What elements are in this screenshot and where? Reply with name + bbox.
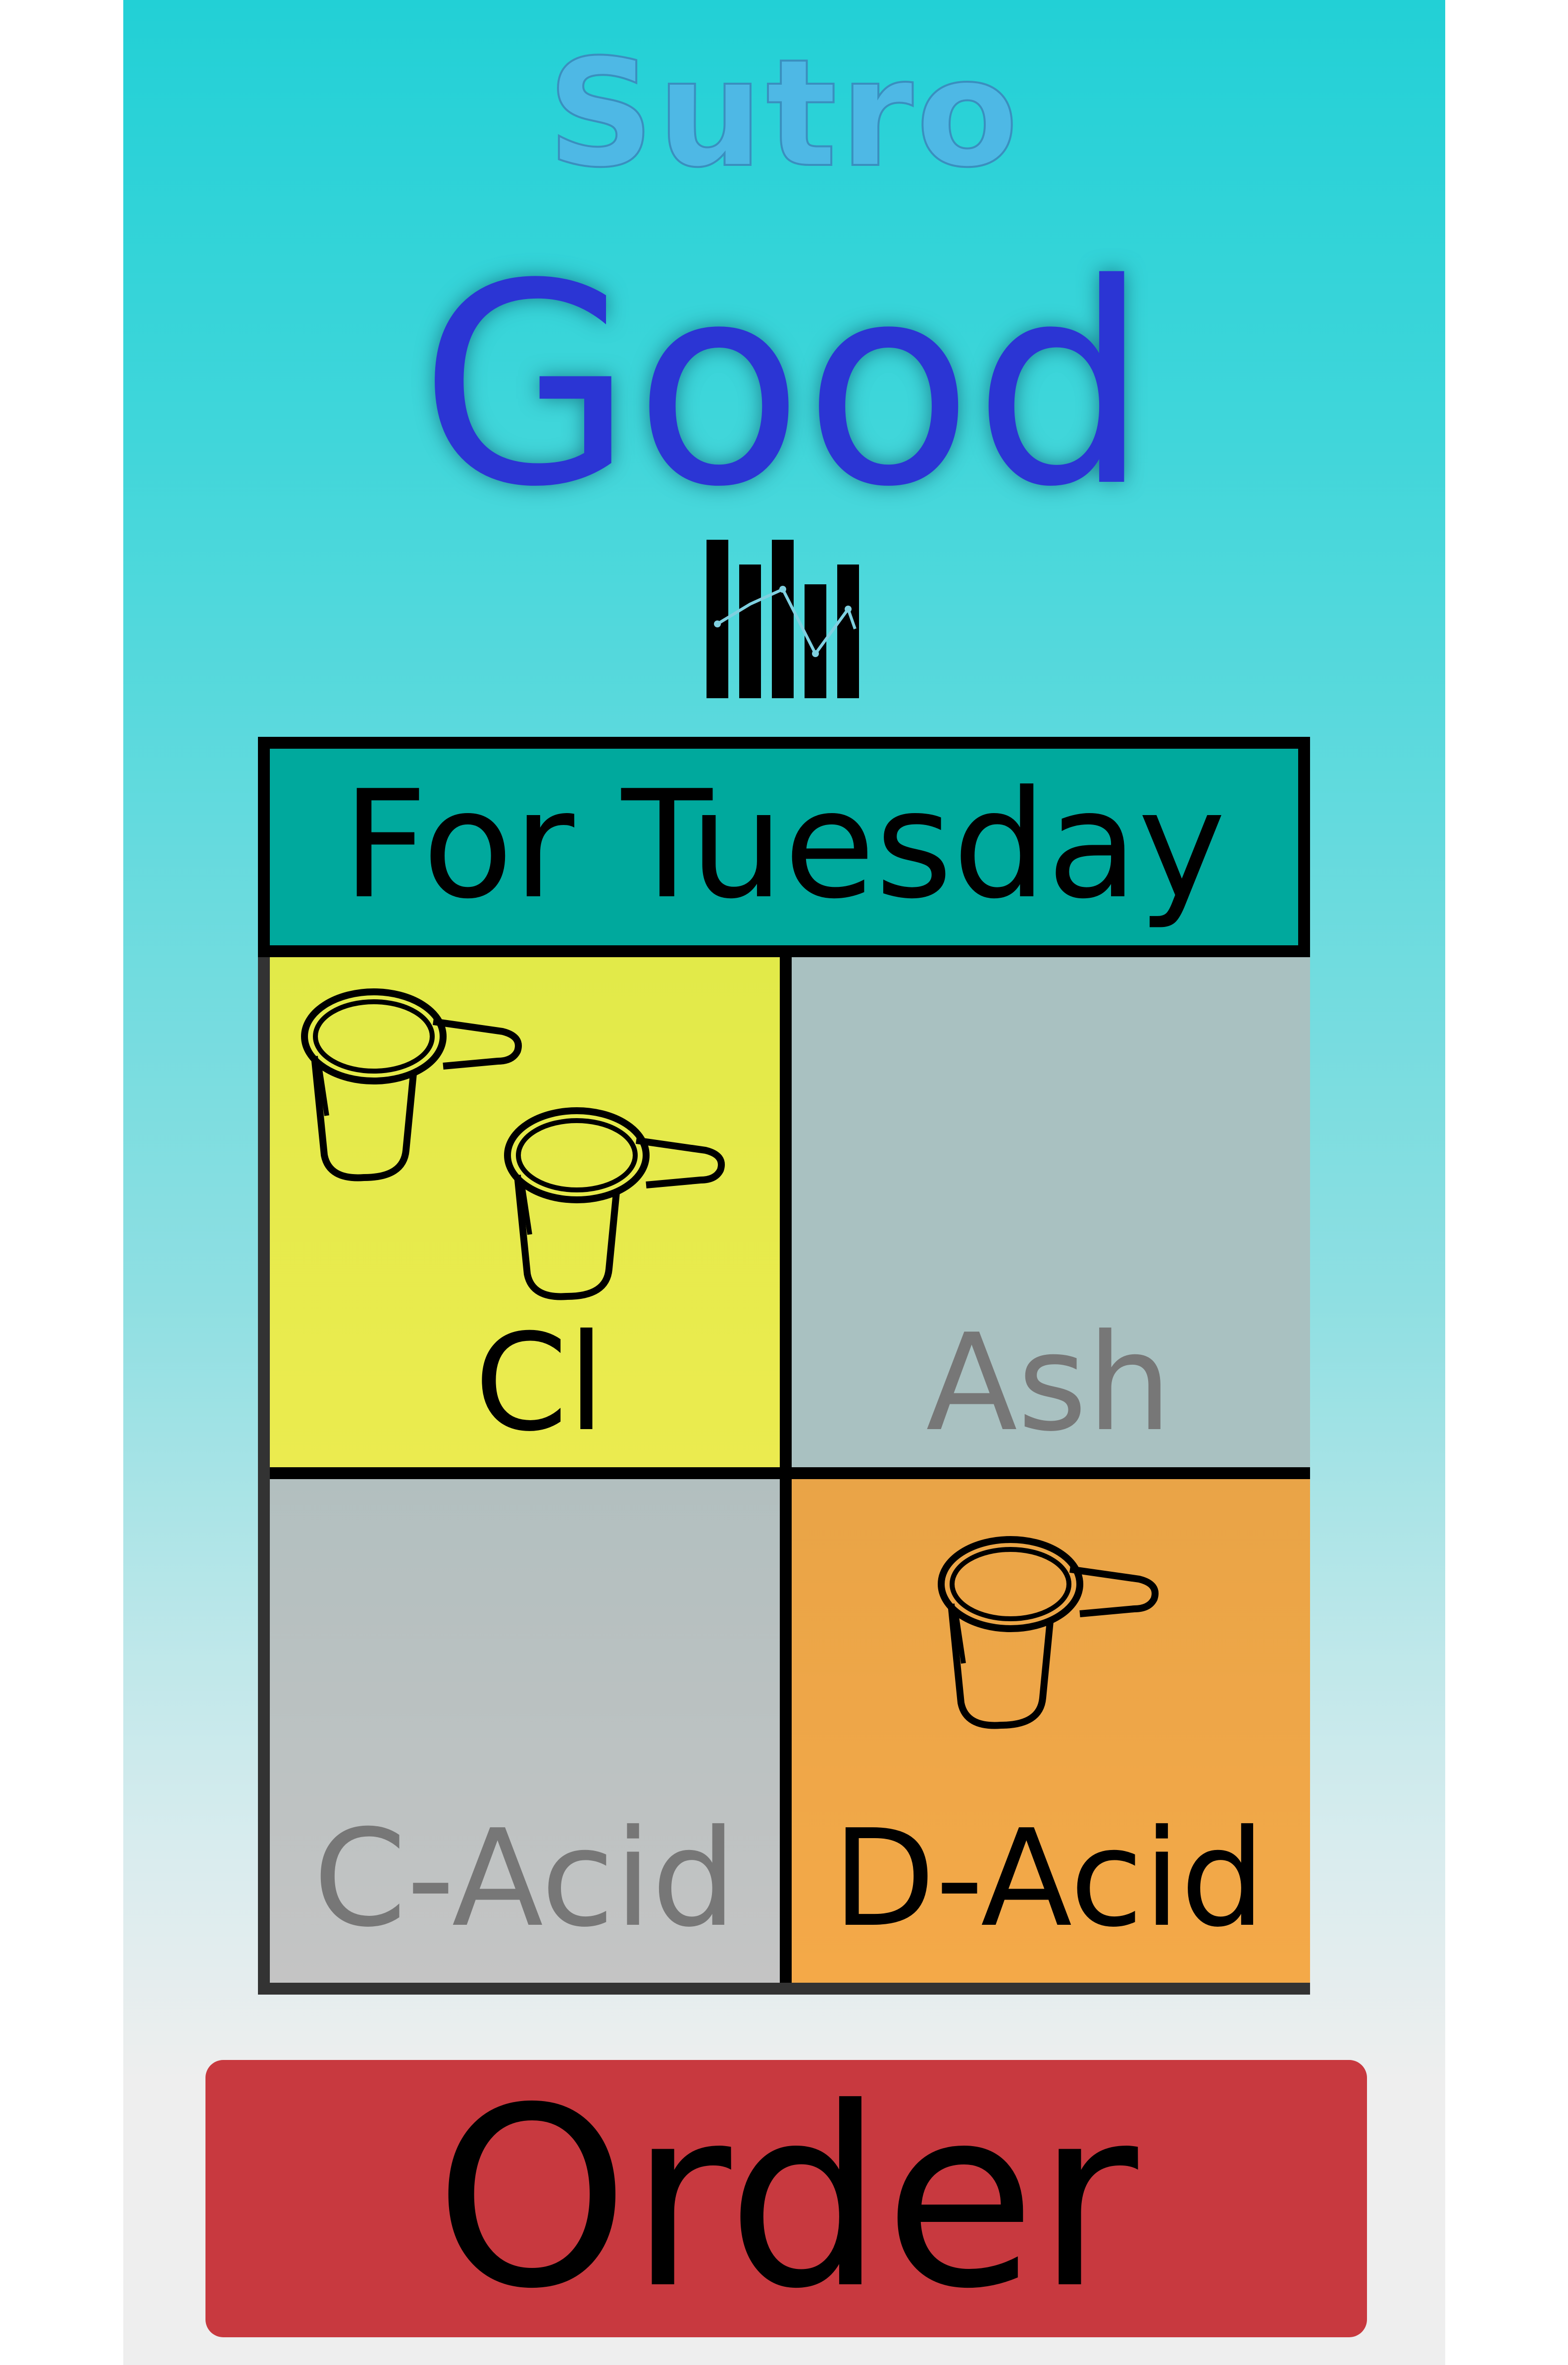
- brand-logo: Sutro: [546, 27, 1021, 200]
- dose-label-cl: Cl: [474, 1305, 605, 1461]
- dosing-schedule: For Tuesday Cl Ash C-Acid D-Acid: [258, 737, 1310, 1995]
- order-button[interactable]: Order: [205, 2060, 1367, 2337]
- app-screen: Sutro Good For Tuesday Cl Ash C-Acid D-A…: [123, 0, 1445, 2365]
- measuring-cup-icon: [938, 1536, 1159, 1729]
- dose-label-c-acid: C-Acid: [313, 1800, 737, 1956]
- dose-cell-ash[interactable]: Ash: [788, 957, 1310, 1467]
- grid-divider-horizontal: [270, 1467, 1310, 1479]
- measuring-cup-icon: [504, 1107, 725, 1300]
- dosing-grid: Cl Ash C-Acid D-Acid: [258, 957, 1310, 1995]
- bar-line-chart-icon[interactable]: [707, 540, 860, 698]
- measuring-cup-icon: [301, 988, 522, 1182]
- dose-cell-c-acid[interactable]: C-Acid: [270, 1475, 780, 1983]
- dose-label-ash: Ash: [926, 1305, 1172, 1461]
- dose-cell-d-acid[interactable]: D-Acid: [788, 1475, 1310, 1983]
- schedule-title: For Tuesday: [258, 737, 1310, 957]
- dose-label-d-acid: D-Acid: [832, 1800, 1265, 1956]
- water-status: Good: [419, 225, 1150, 548]
- dose-cell-cl[interactable]: Cl: [270, 957, 780, 1467]
